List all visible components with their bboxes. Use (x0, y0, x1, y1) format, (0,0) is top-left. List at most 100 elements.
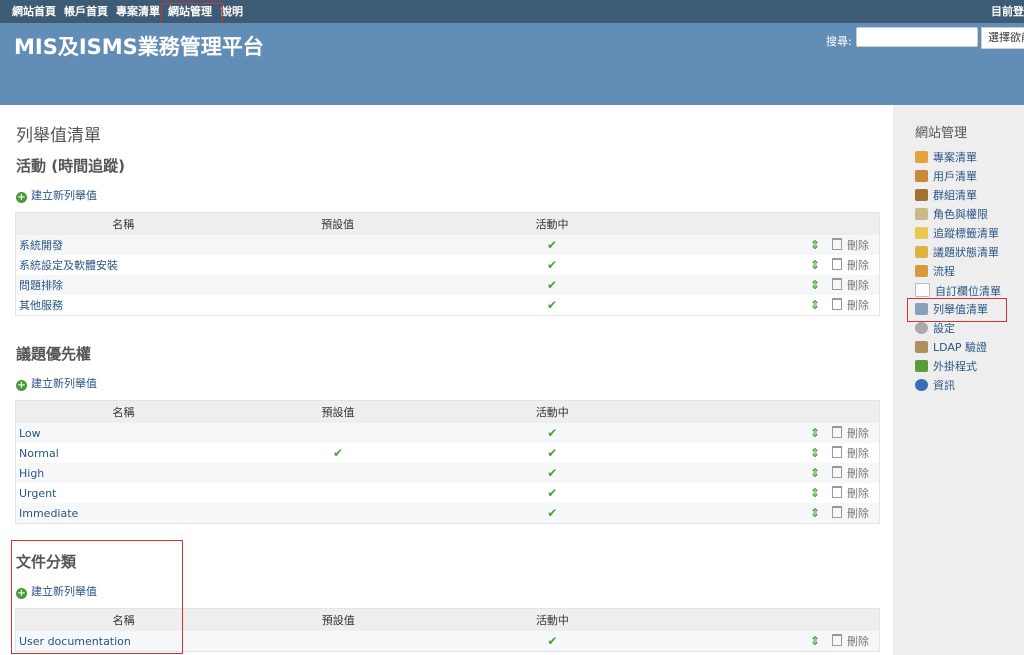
sidebar-item-group[interactable]: 群組清單 (915, 188, 977, 204)
header: MIS及ISMS業務管理平台 搜尋: 選擇欲前 (0, 23, 1024, 105)
sidebar-item-label: 流程 (933, 265, 955, 278)
active-cell: ✔ (445, 483, 660, 503)
sidebar-item-plugin[interactable]: 外掛程式 (915, 359, 977, 375)
enumeration-name-link[interactable]: Normal (19, 447, 59, 460)
enumeration-name-link[interactable]: 其他服務 (19, 299, 63, 312)
sort-handle-icon[interactable]: ⇕ (810, 506, 820, 520)
sort-handle-icon[interactable]: ⇕ (810, 446, 820, 460)
top-menu-projects[interactable]: 專案清單 (116, 0, 160, 23)
enumeration-name-link[interactable]: 系統設定及軟體安裝 (19, 259, 118, 272)
delete-link[interactable]: 刪除 (847, 467, 869, 480)
trash-icon[interactable] (832, 278, 842, 290)
actions-cell: ⇕ 刪除 (659, 255, 880, 275)
sort-handle-icon[interactable]: ⇕ (810, 466, 820, 480)
table-row: Immediate ✔ ⇕ 刪除 (15, 503, 880, 524)
trash-icon[interactable] (832, 258, 842, 270)
active-check-icon: ✔ (547, 298, 558, 312)
content: 列舉值清單 活動 (時間追蹤) + 建立新列舉值 名稱 預設值 活動中 系統開發 ✔… (0, 105, 893, 655)
sort-handle-icon[interactable]: ⇕ (810, 634, 820, 648)
enumeration-name-link[interactable]: Immediate (19, 507, 78, 520)
delete-link[interactable]: 刪除 (847, 239, 869, 252)
enumeration-name-link[interactable]: Urgent (19, 487, 56, 500)
trash-icon[interactable] (832, 634, 842, 646)
delete-link[interactable]: 刪除 (847, 259, 869, 272)
sidebar-item-workflow[interactable]: 流程 (915, 264, 955, 280)
sidebar-item-label: 專案清單 (933, 151, 977, 164)
sort-handle-icon[interactable]: ⇕ (810, 298, 820, 312)
sort-handle-icon[interactable]: ⇕ (810, 278, 820, 292)
table-row: Normal ✔ ✔ ⇕ 刪除 (15, 443, 880, 463)
delete-link[interactable]: 刪除 (847, 299, 869, 312)
trash-icon[interactable] (832, 426, 842, 438)
projects-icon (915, 151, 928, 163)
sidebar-item-label: 用戶清單 (933, 170, 977, 183)
top-menu-help[interactable]: 說明 (221, 0, 243, 23)
new-enumeration-link-priorities[interactable]: + 建立新列舉值 (16, 375, 97, 391)
delete-link[interactable]: 刪除 (847, 507, 869, 520)
site-title: MIS及ISMS業務管理平台 (14, 35, 264, 59)
default-cell (230, 275, 445, 295)
active-cell: ✔ (445, 443, 660, 463)
enumeration-name-cell: 系統開發 (15, 235, 231, 255)
sidebar-item-tracker[interactable]: 追蹤標籤清單 (915, 226, 999, 242)
project-jump-select[interactable]: 選擇欲前 (981, 27, 1024, 49)
enumeration-name-link[interactable]: 問題排除 (19, 279, 63, 292)
delete-link[interactable]: 刪除 (847, 447, 869, 460)
column-default: 預設值 (230, 212, 445, 235)
sort-handle-icon[interactable]: ⇕ (810, 258, 820, 272)
column-active: 活動中 (445, 400, 660, 423)
trash-icon[interactable] (832, 446, 842, 458)
default-cell (231, 631, 446, 652)
sidebar-item-user[interactable]: 用戶清單 (915, 169, 977, 185)
sort-handle-icon[interactable]: ⇕ (810, 426, 820, 440)
actions-cell: ⇕ 刪除 (659, 235, 880, 255)
sidebar-item-settings[interactable]: 設定 (915, 321, 955, 337)
sidebar-item-label: 資訊 (933, 379, 955, 392)
trash-icon[interactable] (832, 466, 842, 478)
new-enumeration-link-activities[interactable]: + 建立新列舉值 (16, 187, 97, 203)
column-active: 活動中 (444, 212, 660, 235)
enumeration-name-cell: High (15, 463, 231, 483)
highlight-box-document-categories (11, 540, 183, 654)
top-menu-my-page[interactable]: 帳戶首頁 (64, 0, 108, 23)
enumeration-name-cell: Normal (15, 443, 231, 463)
default-cell (230, 503, 446, 524)
sidebar-item-custom-field[interactable]: 自訂欄位清單 (915, 283, 1001, 299)
default-cell (230, 295, 445, 316)
sidebar-item-projects[interactable]: 專案清單 (915, 150, 977, 166)
role-icon (915, 208, 928, 220)
trash-icon[interactable] (832, 238, 842, 250)
sidebar-item-info[interactable]: 資訊 (915, 378, 955, 394)
login-status[interactable]: 目前登 (991, 0, 1024, 23)
active-check-icon: ✔ (547, 506, 558, 520)
sort-handle-icon[interactable]: ⇕ (810, 486, 820, 500)
sidebar-item-label: 追蹤標籤清單 (933, 227, 999, 240)
search-input[interactable] (856, 27, 978, 47)
sidebar-item-role[interactable]: 角色與權限 (915, 207, 988, 223)
delete-link[interactable]: 刪除 (847, 279, 869, 292)
enumeration-name-link[interactable]: Low (19, 427, 41, 440)
top-menu-home[interactable]: 網站首頁 (12, 0, 56, 23)
active-cell: ✔ (445, 463, 660, 483)
trash-icon[interactable] (832, 298, 842, 310)
trash-icon[interactable] (832, 506, 842, 518)
trash-icon[interactable] (832, 486, 842, 498)
actions-cell: ⇕ 刪除 (659, 423, 880, 443)
enumeration-table-priorities: 名稱 預設值 活動中 Low ✔ ⇕ 刪除 Normal ✔ ✔ ⇕ 刪除 High ✔ ⇕ 刪除 Urg… (15, 400, 880, 524)
sidebar-item-ldap[interactable]: LDAP 驗證 (915, 340, 987, 356)
default-check-icon: ✔ (333, 446, 344, 460)
enumeration-name-link[interactable]: High (19, 467, 44, 480)
column-default: 預設值 (231, 608, 446, 631)
delete-link[interactable]: 刪除 (847, 427, 869, 440)
default-cell (230, 423, 446, 443)
delete-link[interactable]: 刪除 (847, 635, 869, 648)
enumeration-name-link[interactable]: 系統開發 (19, 239, 63, 252)
delete-link[interactable]: 刪除 (847, 487, 869, 500)
table-row: Urgent ✔ ⇕ 刪除 (15, 483, 880, 503)
sidebar-item-status[interactable]: 議題狀態清單 (915, 245, 999, 261)
enumeration-table-activities: 名稱 預設值 活動中 系統開發 ✔ ⇕ 刪除 系統設定及軟體安裝 ✔ ⇕ 刪除 問題排除 ✔ ⇕ 刪除… (15, 212, 880, 316)
sort-handle-icon[interactable]: ⇕ (810, 238, 820, 252)
actions-cell: ⇕ 刪除 (659, 503, 880, 524)
column-actions (659, 212, 880, 235)
sidebar-item-label: 設定 (933, 322, 955, 335)
